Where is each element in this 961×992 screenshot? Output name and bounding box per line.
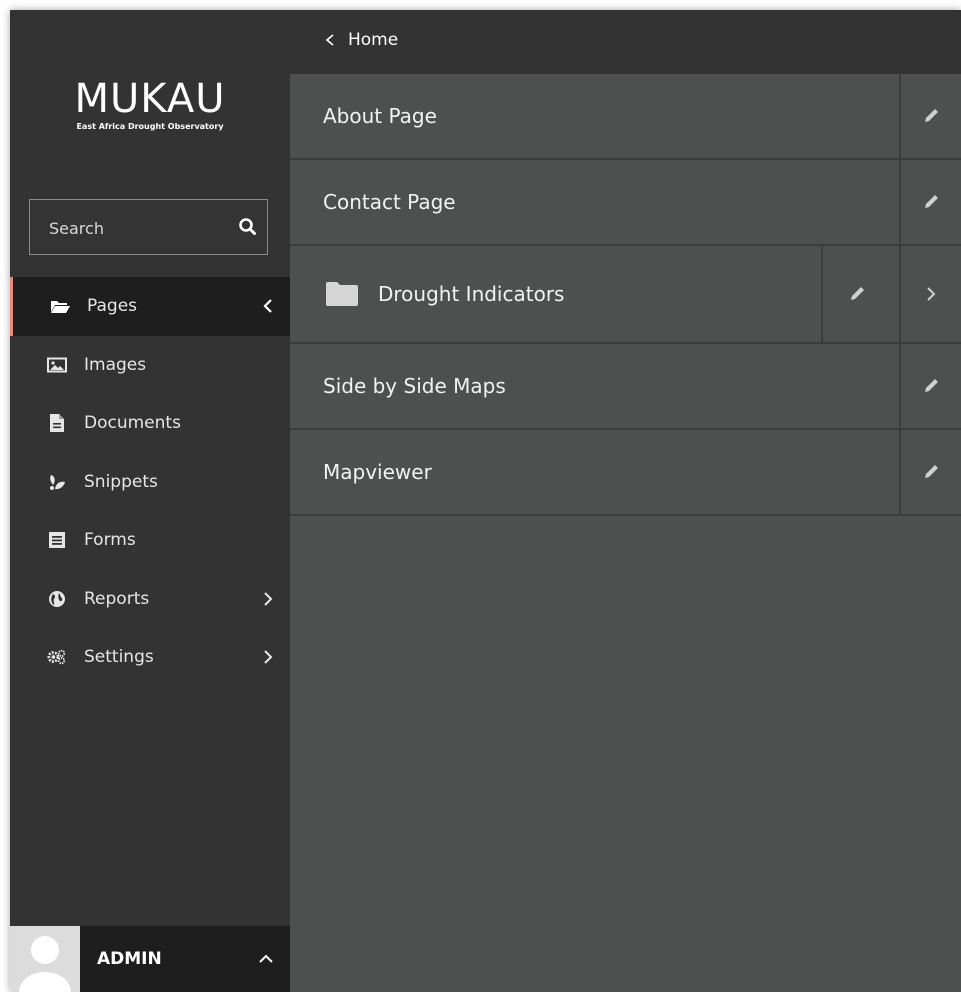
pencil-icon <box>925 109 938 122</box>
pencil-icon <box>925 379 938 392</box>
folder-icon <box>325 281 359 307</box>
breadcrumb-home[interactable]: Home <box>324 10 398 70</box>
chevron-right-icon <box>927 287 936 301</box>
form-icon <box>47 530 67 550</box>
sidebar-item-pages[interactable]: Pages <box>10 277 290 336</box>
logo[interactable]: MUKAU East Africa Drought Observatory <box>10 78 290 131</box>
sidebar-item-label: Images <box>84 354 147 375</box>
account-menu[interactable]: ADMIN <box>10 926 290 992</box>
account-name: ADMIN <box>97 949 162 969</box>
image-icon <box>47 355 67 375</box>
chevron-right-icon <box>260 649 276 665</box>
main-content: Home About Page Contact Page Drought Ind… <box>290 10 961 992</box>
page-title: Mapviewer <box>323 460 432 484</box>
sidebar-item-documents[interactable]: Documents <box>10 394 290 453</box>
sidebar: MUKAU East Africa Drought Observatory Pa… <box>10 10 290 992</box>
search-input[interactable] <box>30 200 241 256</box>
pencil-icon <box>925 195 938 208</box>
pencil-icon <box>925 465 938 478</box>
list-item[interactable]: Mapviewer <box>290 430 961 516</box>
edit-button[interactable] <box>899 430 961 514</box>
sidebar-item-label: Reports <box>84 588 150 609</box>
sidebar-item-label: Settings <box>84 647 154 668</box>
expand-children-button[interactable] <box>899 246 961 342</box>
page-title: Contact Page <box>323 190 456 214</box>
avatar <box>10 926 80 992</box>
chevron-left-icon <box>260 298 276 314</box>
chevron-left-icon <box>325 34 334 46</box>
sidebar-nav: Pages Images Documents Snippets Forms Re… <box>10 277 290 687</box>
chevron-up-icon <box>258 951 274 967</box>
globe-icon <box>47 589 67 609</box>
edit-button[interactable] <box>899 160 961 244</box>
edit-button[interactable] <box>899 344 961 428</box>
breadcrumb-label: Home <box>348 30 399 50</box>
sidebar-item-label: Forms <box>84 530 136 551</box>
app-window: MUKAU East Africa Drought Observatory Pa… <box>10 10 961 992</box>
sidebar-item-settings[interactable]: Settings <box>10 628 290 687</box>
page-title: Drought Indicators <box>378 282 565 306</box>
list-item[interactable]: Contact Page <box>290 160 961 246</box>
list-item[interactable]: About Page <box>290 74 961 160</box>
chevron-right-icon <box>260 591 276 607</box>
logo-tagline: East Africa Drought Observatory <box>76 122 224 131</box>
sidebar-item-label: Snippets <box>84 471 158 492</box>
page-title: About Page <box>323 104 437 128</box>
snippets-icon <box>47 472 67 492</box>
explorer-header: Home <box>290 10 961 74</box>
folder-open-icon <box>50 296 70 316</box>
list-item[interactable]: Drought Indicators <box>290 246 961 344</box>
search-icon[interactable] <box>237 216 259 238</box>
sidebar-item-label: Pages <box>87 296 138 317</box>
sidebar-item-images[interactable]: Images <box>10 336 290 395</box>
page-list: About Page Contact Page Drought Indicato… <box>290 74 961 516</box>
sidebar-item-forms[interactable]: Forms <box>10 511 290 570</box>
sidebar-item-label: Documents <box>84 413 181 434</box>
cogs-icon <box>47 647 67 667</box>
pencil-icon <box>851 287 864 300</box>
edit-button[interactable] <box>899 74 961 158</box>
logo-name: MUKAU <box>74 76 226 122</box>
list-item[interactable]: Side by Side Maps <box>290 344 961 430</box>
edit-button[interactable] <box>821 246 891 342</box>
sidebar-item-snippets[interactable]: Snippets <box>10 453 290 512</box>
document-icon <box>47 413 67 433</box>
page-title: Side by Side Maps <box>323 374 506 398</box>
search-form <box>29 199 268 256</box>
sidebar-item-reports[interactable]: Reports <box>10 570 290 629</box>
